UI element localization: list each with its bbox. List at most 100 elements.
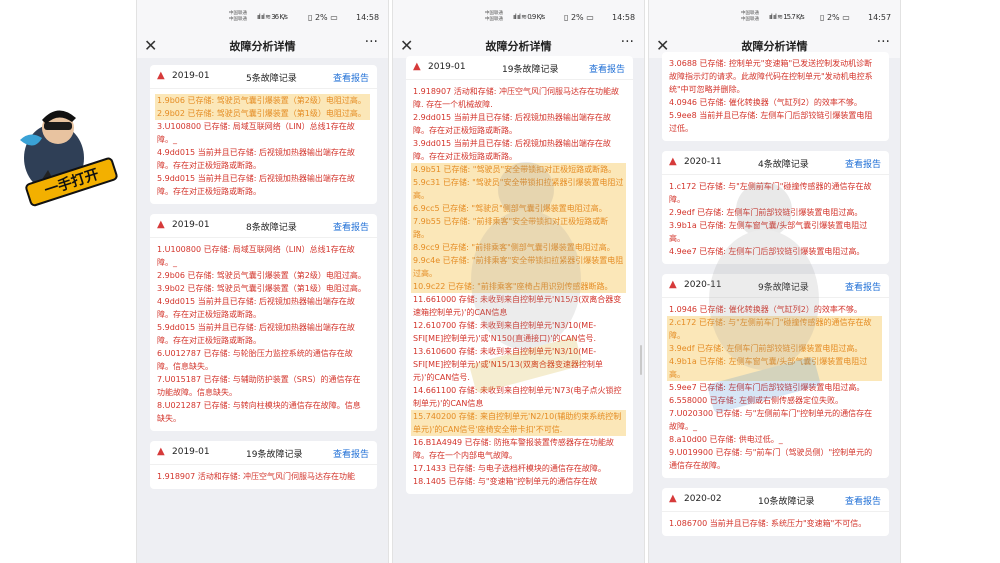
fault-item: 4.9b51 已存储: "驾驶员"安全带锁扣对正极短路或断路。 [411,163,626,176]
battery-level: 2% [314,13,328,22]
fault-item: 4.9b1a 已存储: 左侧车窗气囊/头部气囊引爆装置电阻过高。 [667,355,882,381]
warning-icon: ▲ [669,279,677,290]
carrier-label: 中国联通 [485,11,503,16]
fault-item: 1.918907 活动和存储: 冲压空气风门伺服马达存在功能故障. 存在一个机械… [413,87,619,109]
record-card: ▲ 2019-01 19条故障记录 查看报告 1.918907 活动和存储: 冲… [150,441,377,489]
carrier-label: 中国联通 [741,16,759,22]
status-time: 14:58 [356,13,380,22]
record-card: ▲ 2020-11 4条故障记录 查看报告 1.c172 已存储: 与"左侧前车… [662,151,889,264]
fault-item: 7.U020300 已存储: 与"左侧前车门"控制单元的通信存在故障。_ [669,409,873,431]
fault-item: 11.661000 存储: 未收到来自控制单元'N15/3(双离合器变速箱控制单… [413,295,622,317]
carrier-label: 中国联通 [741,11,759,16]
view-report-link[interactable]: 查看报告 [845,280,881,293]
fault-item: 5.9dd015 当前并且已存储: 后视镜加热器输出端存在故障。存在对正极短路或… [157,174,355,196]
more-icon[interactable]: ··· [877,34,890,50]
view-report-link[interactable]: 查看报告 [333,447,369,460]
fault-item: 3.9dd015 当前并且已存储: 后视镜加热器输出端存在故障。存在对正极短路或… [413,139,611,161]
signal-icon: ııl ııl ≋ 15.7 K/s [769,13,805,21]
warning-icon: ▲ [669,493,677,504]
more-icon[interactable]: ··· [621,34,634,50]
fault-item: 9.9c4e 已存储: "前排乘客"安全带锁扣拉紧器引爆装置电阻过高。 [411,254,626,280]
fault-item: 3.9b02 已存储: 驾驶员气囊引爆装置（第1级）电阻过高。 [157,284,366,293]
carrier-label: 中国联通 [485,16,503,22]
more-icon[interactable]: ··· [365,34,378,50]
battery-level: 2% [826,13,840,22]
title-bar: ✕ 故障分析详情 ··· [393,34,644,58]
fault-item: 2.9b02 已存储: 驾驶员气囊引爆装置（第1级）电阻过高。 [155,107,370,120]
record-card: ▲ 2020-11 9条故障记录 查看报告 1.0946 已存储: 催化转换器（… [662,274,889,478]
fault-item: 5.9c31 已存储: "驾驶员"安全带锁扣拉紧器引爆装置电阻过高。 [411,176,626,202]
warning-icon: ▲ [157,219,165,230]
fault-item: 3.0688 已存储: 控制单元"变速箱"已发送控制发动机诊断故障指示灯的请求。… [669,59,873,94]
fault-item: 9.U019900 已存储: 与"前车门（驾驶员侧）"控制单元的通信存在故障。 [669,448,873,470]
page-title: 故障分析详情 [229,40,296,53]
record-card: ▲ 2019-01 19条故障记录 查看报告 1.918907 活动和存储: 冲… [406,56,633,494]
net-speed: 36 K/s [271,13,288,21]
fault-item: 8.a10d00 已存储: 供电过低。_ [669,435,783,444]
record-list: ▲ 2019-01 19条故障记录 查看报告 1.918907 活动和存储: 冲… [393,56,644,494]
fault-item: 1.086700 当前并且已存储: 系统压力"变速箱"不可信。 [669,519,867,528]
fault-item: 4.9dd015 当前并且已存储: 后视镜加热器输出端存在故障。存在对正极短路或… [157,297,355,319]
record-list: ▲ 2019-01 5条故障记录 查看报告 1.9b06 已存储: 驾驶员气囊引… [137,65,388,489]
fault-item: 3.9edf 已存储: 左侧车门前部铰链引爆装置电阻过高。 [667,342,882,355]
warning-icon: ▲ [669,156,677,167]
fault-item: 14.661100 存储: 未收到来自控制单元'N73(电子点火锁控制单元)'的… [413,386,622,408]
view-report-link[interactable]: 查看报告 [845,157,881,170]
carrier-label: 中国联通 [229,11,247,16]
record-year: 2019-01 [172,220,210,230]
record-card: ▲ 2019-01 5条故障记录 查看报告 1.9b06 已存储: 驾驶员气囊引… [150,65,377,204]
record-list: 3.0688 已存储: 控制单元"变速箱"已发送控制发动机诊断故障指示灯的请求。… [649,52,900,536]
fault-item: 6.9cc5 已存储: "驾驶员"侧部气囊引爆装置电阻过高。 [411,202,626,215]
carrier-label: 中国联通 [229,16,247,22]
fault-item: 10.9c22 已存储: "前排乘客"座椅占用识别传感器断路。 [411,280,626,293]
battery-level: 2% [570,13,584,22]
fault-item: 4.0946 已存储: 催化转换器（气缸列2）的效率不够。 [669,98,862,107]
view-report-link[interactable]: 查看报告 [333,71,369,84]
fault-item: 4.9ee7 已存储: 左侧车门后部铰链引爆装置电阻过高。 [669,247,865,256]
fault-item: 7.9b55 已存储: "前排乘客"安全带锁扣对正极短路或断路。 [411,215,626,241]
battery-icon: ▯ 2% ▭ [820,13,850,22]
fault-item: 5.9ee7 已存储: 左侧车门后部铰链引爆装置电阻过高。 [669,383,865,392]
record-year: 2019-01 [172,71,210,81]
net-speed: 0.9 K/s [527,13,545,21]
phone-screen-1: 中国联通 中国联通 ııl ııl ≋ 36 K/s ▯ 2% ▭ 14:58 ✕… [136,0,389,563]
warning-icon: ▲ [413,61,421,72]
fault-item: 16.B1A4949 已存储: 防拖车警报装置传感器存在功能故障。存在一个内部电… [413,438,614,460]
fault-item: 1.918907 活动和存储: 冲压空气风门伺服马达存在功能 [157,472,355,481]
scrollbar[interactable] [640,345,642,375]
warning-icon: ▲ [157,70,165,81]
fault-item: 2.9b06 已存储: 驾驶员气囊引爆装置（第2级）电阻过高。 [157,271,366,280]
record-year: 2019-01 [428,62,466,72]
fault-item: 2.9dd015 当前并且已存储: 后视镜加热器输出端存在故障。存在对正极短路或… [413,113,611,135]
record-count: 19条故障记录 [502,65,559,75]
fault-item: 5.9dd015 当前并且已存储: 后视镜加热器输出端存在故障。存在对正极短路或… [157,323,355,345]
fault-item: 5.9ee8 当前并且已存储: 左侧车门后部铰链引爆装置电阻过低。 [669,111,873,133]
status-time: 14:58 [612,13,636,22]
fault-item: 8.U021287 已存储: 与转向柱模块的通信存在故障。信息缺失。 [157,401,361,423]
page-title: 故障分析详情 [485,40,552,53]
signal-icon: ııl ııl ≋ 36 K/s [257,13,288,21]
fault-item: 1.0946 已存储: 催化转换器（气缸列2）的效率不够。 [669,305,862,314]
view-report-link[interactable]: 查看报告 [845,494,881,507]
record-count: 5条故障记录 [246,74,297,84]
view-report-link[interactable]: 查看报告 [589,62,625,75]
record-year: 2020-11 [684,280,722,290]
status-bar: 中国联通 中国联通 ııl ııl ≋ 15.7 K/s ▯ 2% ▭ 14:57 [649,0,900,34]
record-year: 2020-11 [684,157,722,167]
view-report-link[interactable]: 查看报告 [333,220,369,233]
fault-item: 2.9edf 已存储: 左侧车门前部铰链引爆装置电阻过高。 [669,208,863,217]
record-card-partial: 3.0688 已存储: 控制单元"变速箱"已发送控制发动机诊断故障指示灯的请求。… [662,52,889,141]
fault-item: 6.558000 已存储: 左侧或右侧传感器定位失败。 [669,396,843,405]
battery-icon: ▯ 2% ▭ [308,13,338,22]
fault-item: 17.1433 已存储: 与电子选档杆模块的通信存在故障。 [413,464,606,473]
fault-item: 7.U015187 已存储: 与辅助防护装置（SRS）的通信存在功能故障。信息缺… [157,375,361,397]
fault-item: 12.610700 存储: 未收到来自控制单元'N3/10(ME-SFI[ME]… [413,321,597,343]
record-card: ▲ 2019-01 8条故障记录 查看报告 1.U100800 已存储: 局域互… [150,214,377,431]
phone-screen-3: 中国联通 中国联通 ııl ııl ≋ 15.7 K/s ▯ 2% ▭ 14:57… [648,0,901,563]
status-bar: 中国联通 中国联通 ııl ııl ≋ 36 K/s ▯ 2% ▭ 14:58 [137,0,388,34]
fault-item: 6.U012787 已存储: 与轮胎压力监控系统的通信存在故障。信息缺失。 [157,349,353,371]
fault-item: 1.9b06 已存储: 驾驶员气囊引爆装置（第2级）电阻过高。 [155,94,370,107]
record-card: ▲ 2020-02 10条故障记录 查看报告 1.086700 当前并且已存储:… [662,488,889,536]
net-speed: 15.7 K/s [783,13,804,21]
status-bar: 中国联通 中国联通 ııl ııl ≋ 0.9 K/s ▯ 2% ▭ 14:58 [393,0,644,34]
